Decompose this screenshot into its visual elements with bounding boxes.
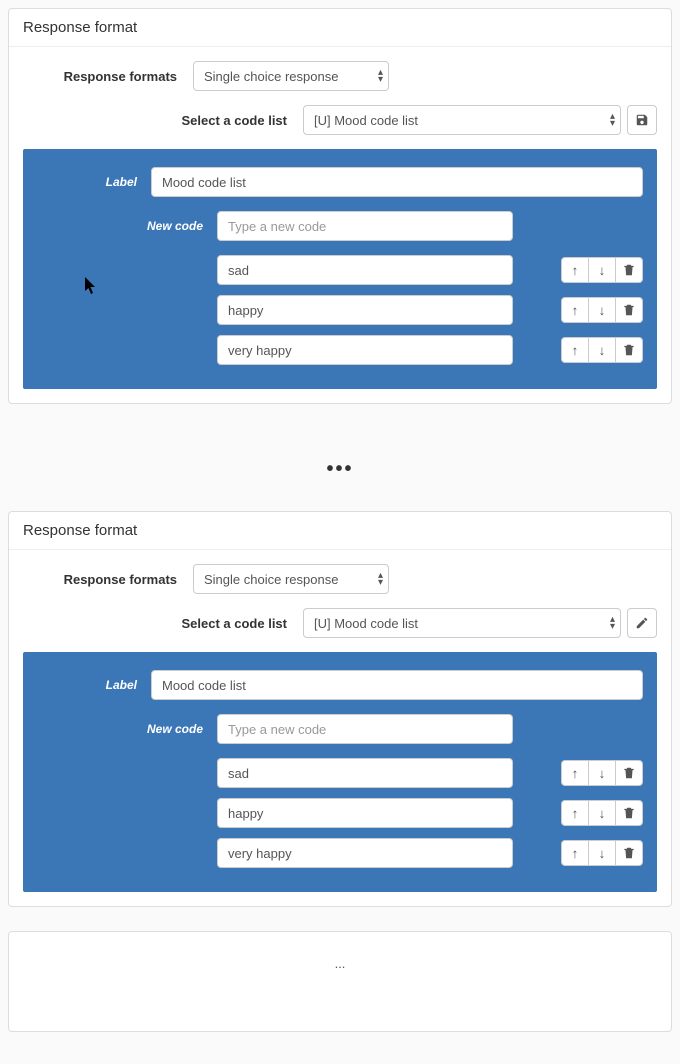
code-list-label: Select a code list	[23, 616, 303, 631]
code-list-select[interactable]: [U] Mood code list	[303, 105, 621, 135]
label-row: Label	[37, 670, 643, 700]
code-list-label: Select a code list	[23, 113, 303, 128]
new-code-row: New code	[103, 714, 643, 744]
move-down-button[interactable]: ↓	[588, 840, 616, 866]
new-code-label: New code	[103, 219, 217, 233]
code-list-row: Select a code list [U] Mood code list ▴▾	[23, 105, 657, 135]
trash-icon	[622, 766, 636, 780]
code-list-editor: Label New code ↑ ↓	[23, 652, 657, 892]
delete-button[interactable]	[615, 800, 643, 826]
code-row: ↑ ↓	[37, 295, 643, 325]
code-actions: ↑ ↓	[561, 760, 643, 786]
delete-button[interactable]	[615, 297, 643, 323]
move-down-button[interactable]: ↓	[588, 800, 616, 826]
code-actions: ↑ ↓	[561, 800, 643, 826]
code-list-select[interactable]: [U] Mood code list	[303, 608, 621, 638]
save-icon	[635, 113, 649, 127]
code-input[interactable]	[217, 798, 513, 828]
move-down-button[interactable]: ↓	[588, 760, 616, 786]
response-formats-label: Response formats	[23, 69, 193, 84]
move-up-button[interactable]: ↑	[561, 840, 589, 866]
move-down-button[interactable]: ↓	[588, 297, 616, 323]
response-formats-row: Response formats Single choice response …	[23, 61, 657, 91]
arrow-down-icon: ↓	[599, 846, 606, 861]
code-list-select-wrap: [U] Mood code list ▴▾	[303, 105, 621, 135]
response-formats-select[interactable]: Single choice response	[193, 61, 389, 91]
new-code-input[interactable]	[217, 211, 513, 241]
trash-icon	[622, 343, 636, 357]
response-formats-label: Response formats	[23, 572, 193, 587]
arrow-down-icon: ↓	[599, 766, 606, 781]
code-input[interactable]	[217, 255, 513, 285]
code-row: ↑ ↓	[37, 758, 643, 788]
response-formats-select[interactable]: Single choice response	[193, 564, 389, 594]
separator-ellipsis: ...	[9, 932, 671, 1031]
trash-icon	[622, 303, 636, 317]
code-actions: ↑ ↓	[561, 257, 643, 283]
arrow-down-icon: ↓	[599, 806, 606, 821]
trash-icon	[622, 263, 636, 277]
code-actions: ↑ ↓	[561, 337, 643, 363]
move-down-button[interactable]: ↓	[588, 337, 616, 363]
trash-icon	[622, 806, 636, 820]
separator-dots: •••	[8, 428, 672, 511]
code-list-row: Select a code list [U] Mood code list ▴▾	[23, 608, 657, 638]
code-row: ↑ ↓	[37, 838, 643, 868]
arrow-up-icon: ↑	[572, 806, 579, 821]
code-list-editor: Label New code ↑ ↓	[23, 149, 657, 389]
delete-button[interactable]	[615, 257, 643, 283]
arrow-up-icon: ↑	[572, 263, 579, 278]
label-input[interactable]	[151, 670, 643, 700]
arrow-up-icon: ↑	[572, 766, 579, 781]
code-row: ↑ ↓	[37, 798, 643, 828]
response-format-panel: Response format Response formats Single …	[8, 511, 672, 907]
code-row: ↑ ↓	[37, 335, 643, 365]
panel-title: Response format	[9, 512, 671, 550]
trash-icon	[622, 846, 636, 860]
arrow-down-icon: ↓	[599, 303, 606, 318]
code-actions: ↑ ↓	[561, 840, 643, 866]
move-down-button[interactable]: ↓	[588, 257, 616, 283]
code-input[interactable]	[217, 335, 513, 365]
arrow-down-icon: ↓	[599, 263, 606, 278]
code-list-select-wrap: [U] Mood code list ▴▾	[303, 608, 621, 638]
move-up-button[interactable]: ↑	[561, 337, 589, 363]
arrow-up-icon: ↑	[572, 303, 579, 318]
delete-button[interactable]	[615, 337, 643, 363]
code-input[interactable]	[217, 838, 513, 868]
panel-body: Response formats Single choice response …	[9, 550, 671, 906]
pencil-icon	[635, 616, 649, 630]
code-input[interactable]	[217, 295, 513, 325]
cursor-icon	[85, 277, 97, 295]
delete-button[interactable]	[615, 760, 643, 786]
new-code-row: New code	[103, 211, 643, 241]
move-up-button[interactable]: ↑	[561, 257, 589, 283]
new-code-input[interactable]	[217, 714, 513, 744]
response-formats-select-wrap: Single choice response ▴▾	[193, 61, 389, 91]
panel-title: Response format	[9, 9, 671, 47]
move-up-button[interactable]: ↑	[561, 760, 589, 786]
panel-body: Response formats Single choice response …	[9, 47, 671, 403]
new-code-label: New code	[103, 722, 217, 736]
save-button[interactable]	[627, 105, 657, 135]
label-label: Label	[37, 678, 151, 692]
code-input[interactable]	[217, 758, 513, 788]
empty-panel: ...	[8, 931, 672, 1032]
move-up-button[interactable]: ↑	[561, 800, 589, 826]
code-row: ↑ ↓	[37, 255, 643, 285]
arrow-down-icon: ↓	[599, 343, 606, 358]
label-row: Label	[37, 167, 643, 197]
move-up-button[interactable]: ↑	[561, 297, 589, 323]
response-formats-row: Response formats Single choice response …	[23, 564, 657, 594]
code-actions: ↑ ↓	[561, 297, 643, 323]
arrow-up-icon: ↑	[572, 846, 579, 861]
label-input[interactable]	[151, 167, 643, 197]
arrow-up-icon: ↑	[572, 343, 579, 358]
delete-button[interactable]	[615, 840, 643, 866]
response-formats-select-wrap: Single choice response ▴▾	[193, 564, 389, 594]
edit-button[interactable]	[627, 608, 657, 638]
response-format-panel: Response format Response formats Single …	[8, 8, 672, 404]
label-label: Label	[37, 175, 151, 189]
